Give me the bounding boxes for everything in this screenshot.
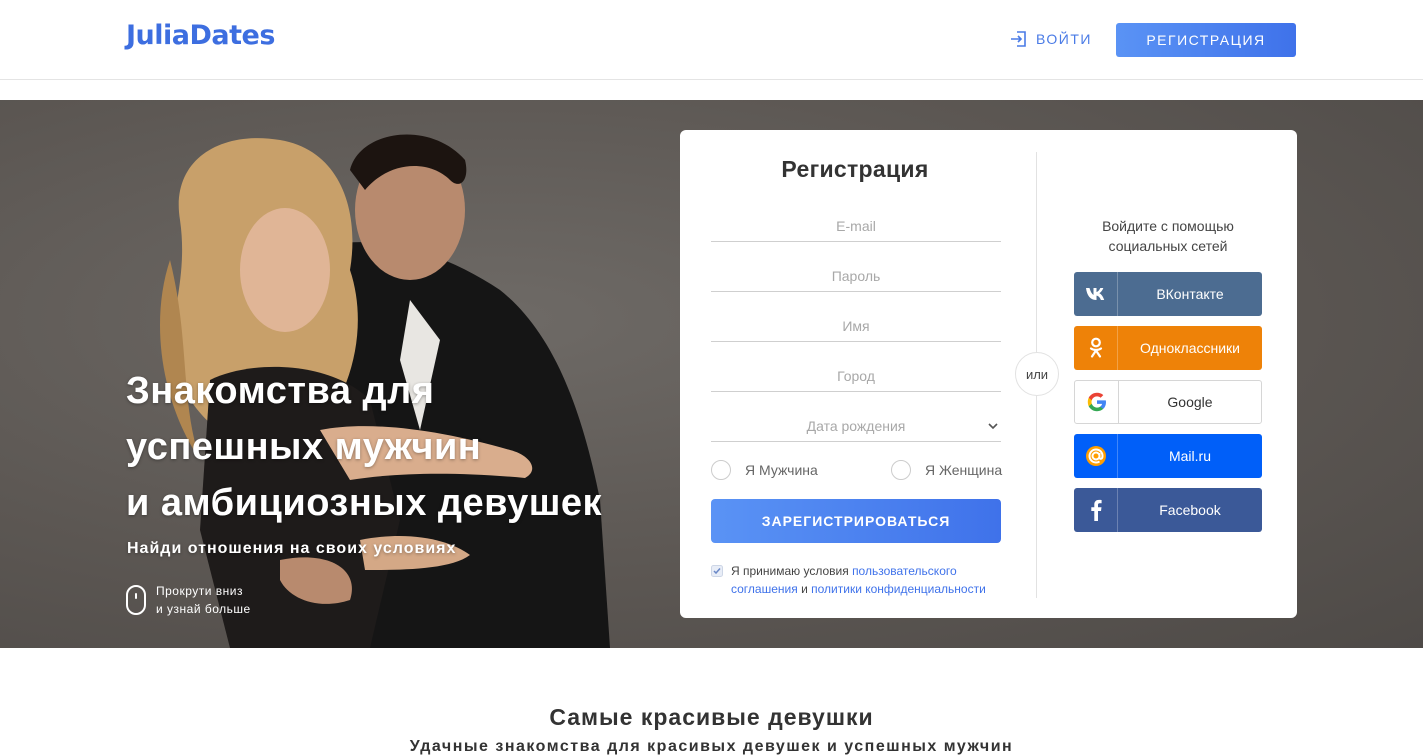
- email-field: [711, 210, 1001, 242]
- gender-male-label: Я Мужчина: [745, 462, 818, 478]
- chevron-down-icon[interactable]: [987, 420, 999, 432]
- scroll-hint-line-1: Прокрути вниз: [156, 584, 244, 598]
- radio-circle-male: [711, 460, 731, 480]
- radio-circle-female: [891, 460, 911, 480]
- odnoklassniki-login-label: Одноклассники: [1139, 340, 1240, 356]
- vk-icon-wrap: [1074, 272, 1118, 316]
- mailru-login-button[interactable]: Mail.ru: [1074, 434, 1262, 478]
- google-login-button[interactable]: Google: [1074, 380, 1262, 424]
- scroll-hint-line-2: и узнай больше: [156, 602, 251, 616]
- scroll-hint-text: Прокрути вниз и узнай больше: [156, 582, 251, 618]
- city-field: [711, 360, 1001, 392]
- terms-prefix: Я принимаю условия: [731, 564, 849, 578]
- terms-and: и: [801, 582, 808, 596]
- register-submit-button[interactable]: ЗАРЕГИСТРИРОВАТЬСЯ: [711, 499, 1001, 543]
- login-icon: [1011, 31, 1026, 47]
- scroll-hint[interactable]: Прокрути вниз и узнай больше: [126, 582, 251, 618]
- or-badge: или: [1015, 352, 1059, 396]
- mailru-icon: [1085, 446, 1106, 466]
- social-login-title: Войдите с помощью социальных сетей: [1102, 218, 1234, 254]
- terms-text: Я принимаю условия пользовательского сог…: [731, 562, 1011, 598]
- gender-female-radio[interactable]: Я Женщина: [891, 460, 1002, 480]
- privacy-policy-link[interactable]: политики конфиденциальности: [811, 582, 986, 596]
- mouse-icon: [126, 585, 146, 615]
- section-title: Самые красивые девушки: [549, 704, 874, 730]
- site-header: JuliaDates ВОЙТИ РЕГИСТРАЦИЯ: [0, 0, 1423, 80]
- password-field: [711, 260, 1001, 292]
- vk-login-button[interactable]: ВКонтакте: [1074, 272, 1262, 316]
- terms-agreement: Я принимаю условия пользовательского сог…: [711, 562, 1011, 598]
- email-input[interactable]: [711, 210, 1001, 241]
- hero-title-line-3: и амбициозных девушек: [126, 482, 603, 524]
- mailru-login-label: Mail.ru: [1168, 448, 1211, 464]
- hero-subtitle: Найди отношения на своих условиях: [127, 540, 457, 557]
- ok-icon-wrap: [1074, 326, 1118, 370]
- gender-male-radio[interactable]: Я Мужчина: [711, 460, 818, 480]
- odnoklassniki-icon: [1089, 337, 1102, 358]
- registration-title: Регистрация: [781, 156, 929, 182]
- section-subtitle: Удачные знакомства для красивых девушек …: [409, 738, 1014, 755]
- birthdate-field: [711, 410, 1001, 442]
- google-login-label: Google: [1167, 394, 1213, 410]
- vk-icon: [1085, 288, 1104, 300]
- facebook-login-button[interactable]: Facebook: [1074, 488, 1262, 532]
- facebook-icon-wrap: [1074, 488, 1118, 532]
- name-field: [711, 310, 1001, 342]
- odnoklassniki-login-button[interactable]: Одноклассники: [1074, 326, 1262, 370]
- header-register-button[interactable]: РЕГИСТРАЦИЯ: [1116, 23, 1296, 57]
- google-icon: [1087, 392, 1106, 412]
- checkbox-checked-icon[interactable]: [711, 565, 723, 577]
- hero-title-line-1: Знакомства для: [126, 370, 435, 412]
- hero-title-line-2: успешных мужчин: [126, 426, 482, 468]
- registration-card: Регистрация Я Мужчина Я Женщина ЗАРЕГИСТ…: [680, 130, 1297, 618]
- hero-title: Знакомства для успешных мужчин и амбицио…: [126, 363, 686, 531]
- vk-login-label: ВКонтакте: [1156, 286, 1224, 302]
- google-icon-wrap: [1075, 381, 1119, 423]
- mailru-icon-wrap: [1074, 434, 1118, 478]
- facebook-icon: [1090, 499, 1102, 521]
- site-logo[interactable]: JuliaDates: [126, 20, 275, 51]
- gender-female-label: Я Женщина: [925, 462, 1003, 478]
- login-label: ВОЙТИ: [1036, 31, 1092, 47]
- city-input[interactable]: [711, 360, 1001, 391]
- facebook-login-label: Facebook: [1159, 502, 1221, 518]
- password-input[interactable]: [711, 260, 1001, 291]
- birthdate-select[interactable]: [711, 410, 1001, 441]
- login-link[interactable]: ВОЙТИ: [1010, 30, 1092, 48]
- name-input[interactable]: [711, 310, 1001, 341]
